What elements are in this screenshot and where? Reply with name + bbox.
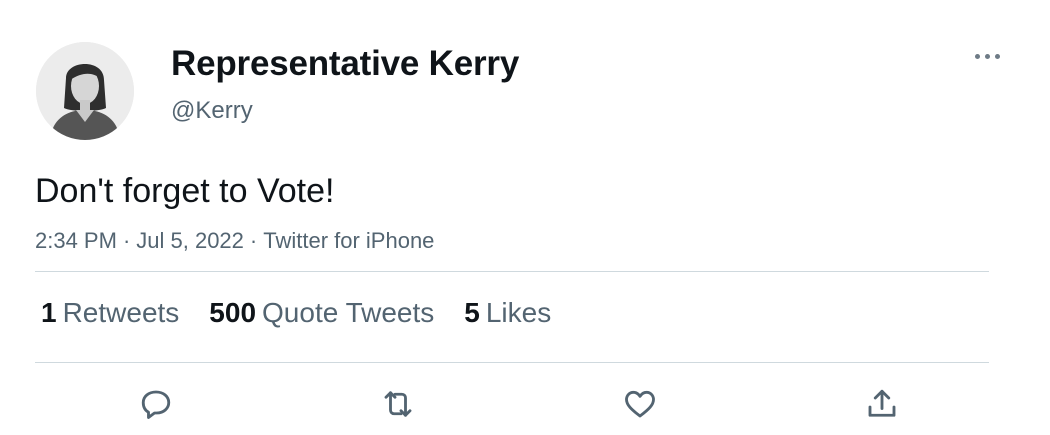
display-name[interactable]: Representative Kerry <box>171 44 519 84</box>
retweet-button[interactable] <box>378 384 418 424</box>
default-avatar-icon <box>36 42 134 140</box>
meta-separator: · <box>122 228 131 253</box>
retweet-arrows-icon <box>384 391 412 417</box>
engagement-stats: 1 Retweets 500 Quote Tweets 5 Likes <box>41 297 581 329</box>
reply-button[interactable] <box>136 384 176 424</box>
share-upload-icon <box>868 389 896 417</box>
retweets-count: 1 <box>41 297 57 328</box>
likes-count: 5 <box>464 297 480 328</box>
speech-bubble-icon <box>141 390 171 419</box>
heart-icon <box>625 390 655 418</box>
tweet-date[interactable]: Jul 5, 2022 <box>136 228 244 253</box>
meta-separator: · <box>249 228 258 253</box>
quote-tweets-label: Quote Tweets <box>262 297 435 328</box>
quote-tweets-count: 500 <box>209 297 257 328</box>
tweet-meta: 2:34 PM · Jul 5, 2022 · Twitter for iPhone <box>35 228 434 254</box>
retweets-label: Retweets <box>62 297 180 328</box>
likes-stat[interactable]: 5 Likes <box>464 297 551 329</box>
share-button[interactable] <box>862 384 902 424</box>
tweet-time[interactable]: 2:34 PM <box>35 228 117 253</box>
tweet-text: Don't forget to Vote! <box>35 172 335 210</box>
like-button[interactable] <box>620 384 660 424</box>
divider <box>35 362 989 363</box>
avatar[interactable] <box>36 42 134 140</box>
retweets-stat[interactable]: 1 Retweets <box>41 297 179 329</box>
tweet-source[interactable]: Twitter for iPhone <box>263 228 434 253</box>
more-options-icon[interactable] <box>973 46 1003 66</box>
likes-label: Likes <box>485 297 552 328</box>
quote-tweets-stat[interactable]: 500 Quote Tweets <box>209 297 434 329</box>
divider <box>35 271 989 272</box>
user-handle[interactable]: @Kerry <box>171 97 253 125</box>
